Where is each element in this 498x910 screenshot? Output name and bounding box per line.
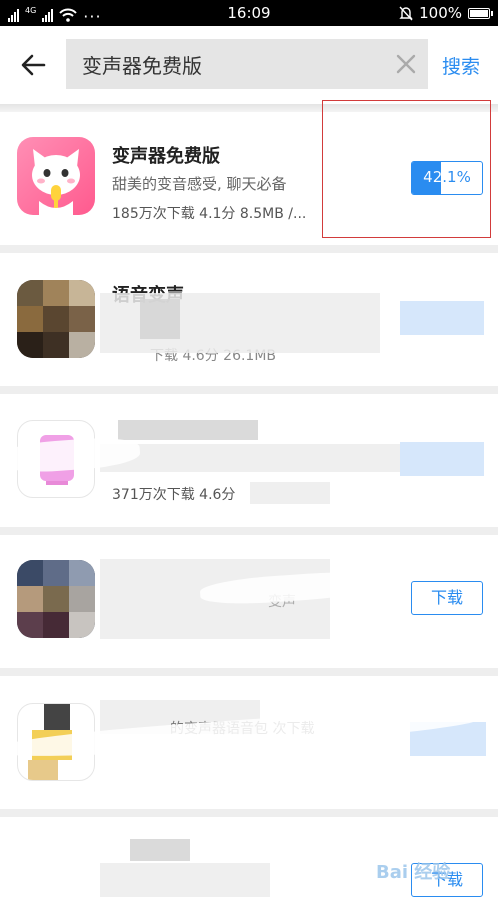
back-arrow-icon[interactable] bbox=[18, 50, 48, 80]
mosaic-blur bbox=[100, 444, 400, 472]
app-row-2[interactable]: 语音变声 下载 4.6分 26.1MB bbox=[0, 253, 498, 386]
app-description: 甜美的变音感受, 聊天必备 bbox=[112, 175, 287, 193]
highlight-annotation-box bbox=[322, 100, 491, 238]
mosaic-blur-button bbox=[400, 442, 484, 476]
app-name: 变声器免费版 bbox=[112, 146, 220, 167]
battery-icon bbox=[468, 7, 493, 19]
app-icon-cat bbox=[17, 137, 95, 215]
mosaic-blur bbox=[250, 482, 330, 504]
download-button[interactable]: 下载 bbox=[411, 581, 483, 615]
battery-percent: 100% bbox=[419, 4, 462, 22]
search-button[interactable]: 搜索 bbox=[442, 52, 480, 79]
mosaic-blur bbox=[100, 863, 270, 897]
search-header: 搜索 bbox=[0, 26, 498, 104]
bell-muted-icon bbox=[399, 6, 413, 20]
app-icon-2 bbox=[17, 280, 95, 358]
mosaic-blur bbox=[140, 299, 180, 339]
baidu-watermark: Bai 经验 bbox=[376, 862, 451, 883]
search-input[interactable] bbox=[66, 39, 386, 89]
mosaic-blur-button bbox=[400, 301, 484, 335]
mosaic-blur bbox=[118, 420, 258, 440]
app-icon-4 bbox=[17, 560, 95, 638]
search-box bbox=[66, 39, 428, 89]
clear-icon[interactable] bbox=[394, 52, 418, 76]
app-meta: 371万次下载 4.6分 bbox=[112, 487, 236, 503]
status-bar: 4G ··· 16:09 100% bbox=[0, 0, 498, 26]
app-meta: 185万次下载 4.1分 8.5MB /... bbox=[112, 206, 307, 222]
mosaic-blur bbox=[130, 839, 190, 861]
